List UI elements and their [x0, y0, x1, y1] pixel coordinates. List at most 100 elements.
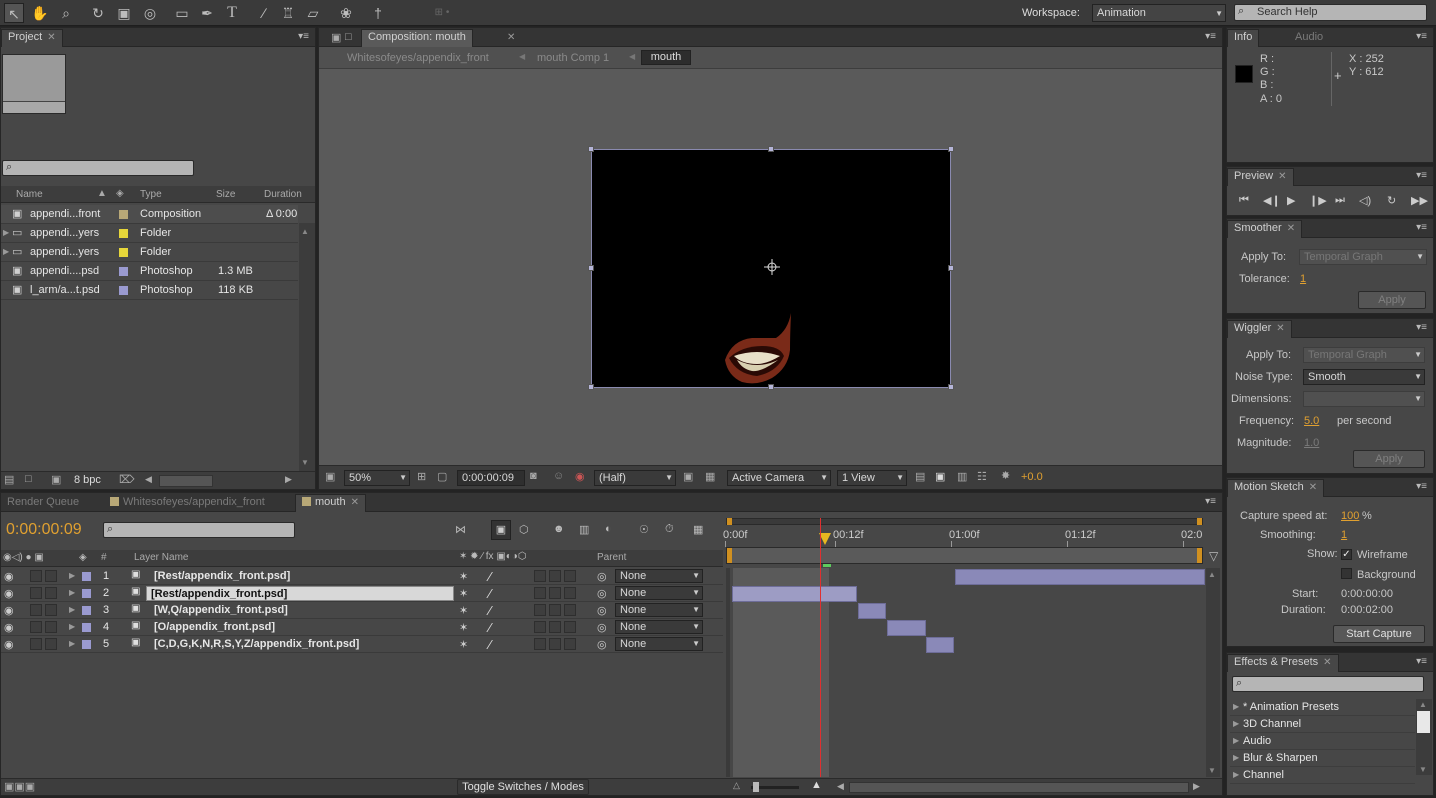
breadcrumb-item[interactable]: mouth Comp 1 — [537, 52, 609, 64]
adjustment-switch[interactable] — [534, 604, 546, 616]
3d-layer-switch[interactable] — [564, 587, 576, 599]
transparency-grid-icon[interactable]: ▦ — [705, 470, 715, 483]
label-color-swatch[interactable] — [119, 210, 128, 219]
zoom-in-icon[interactable]: ▲ — [811, 779, 822, 791]
transform-handle[interactable] — [948, 265, 954, 271]
3d-layer-switch[interactable] — [564, 604, 576, 616]
tab-wiggler[interactable]: Wiggler ✕ — [1227, 320, 1292, 338]
expand-triangle-icon[interactable]: ▶ — [3, 228, 9, 237]
shy-switch-icon[interactable]: ✶ — [459, 638, 468, 651]
expand-triangle-icon[interactable]: ▶ — [1233, 736, 1239, 745]
expand-triangle-icon[interactable]: ▶ — [69, 622, 75, 631]
expand-triangle-icon[interactable]: ▶ — [69, 588, 75, 597]
new-folder-icon[interactable]: □ — [25, 473, 32, 485]
comp-mini-flowchart-icon[interactable]: ⋈ — [455, 523, 466, 536]
lock-toggle[interactable] — [45, 570, 57, 582]
visibility-eye-icon[interactable]: ◉ — [4, 587, 14, 600]
effects-category[interactable]: ▶ * Animation Presets — [1230, 699, 1415, 716]
quality-switch-icon[interactable]: ∕ — [489, 586, 491, 601]
region-of-interest-icon[interactable]: ▢ — [437, 470, 447, 483]
pick-whip-icon[interactable]: ◎ — [597, 604, 607, 617]
visibility-eye-icon[interactable]: ◉ — [4, 621, 14, 634]
show-snapshot-icon[interactable]: ☺ — [553, 470, 564, 482]
audio-toggle[interactable] — [30, 604, 42, 616]
project-item[interactable]: ▣ appendi....psd Photoshop 1.3 MB — [1, 262, 298, 281]
label-color-swatch[interactable] — [119, 248, 128, 257]
layer-row[interactable]: ◉ ▶ 4 ▣ [O/appendix_front.psd] ✶ ∕ ◎ None ▼ — [1, 619, 723, 636]
panel-menu-icon[interactable]: ▾≡ — [1416, 170, 1427, 181]
motion-blur-switch[interactable] — [549, 570, 561, 582]
quality-switch-icon[interactable]: ∕ — [489, 603, 491, 618]
previous-frame-icon[interactable]: ◀❙ — [1263, 194, 1281, 207]
lock-toggle[interactable] — [45, 587, 57, 599]
project-item[interactable]: ▣ appendi...front Composition Δ 0:00 — [1, 205, 298, 224]
effects-scrollbar[interactable]: ▲ ▼ — [1416, 699, 1432, 775]
visibility-eye-icon[interactable]: ◉ — [4, 604, 14, 617]
3d-layer-switch[interactable] — [564, 570, 576, 582]
panel-menu-icon[interactable]: ▾≡ — [1416, 322, 1427, 333]
exposure-icon[interactable]: ✸ — [1001, 469, 1010, 482]
pick-whip-icon[interactable]: ◎ — [597, 570, 607, 583]
tab-mouth[interactable]: mouth ✕ — [295, 494, 366, 512]
lock-icon[interactable]: ▣ — [331, 31, 341, 44]
expand-triangle-icon[interactable]: ▶ — [1233, 753, 1239, 762]
breadcrumb-item[interactable]: Whitesofeyes/appendix_front — [347, 52, 489, 64]
safe-margins-icon[interactable]: ⊞ — [417, 470, 426, 483]
type-tool-icon[interactable]: T — [222, 3, 242, 23]
zoom-slider[interactable] — [751, 782, 799, 792]
snapshot-camera-icon[interactable]: ◙ — [530, 470, 537, 482]
expand-triangle-icon[interactable]: ▶ — [3, 247, 9, 256]
parent-dropdown[interactable]: None ▼ — [615, 586, 703, 600]
panel-menu-icon[interactable]: ▾≡ — [298, 31, 309, 42]
live-update-icon[interactable]: ▣ — [491, 520, 511, 540]
next-frame-icon[interactable]: ❙▶ — [1309, 194, 1327, 207]
loop-icon[interactable]: ↻ — [1387, 194, 1396, 207]
zoom-dropdown[interactable]: 50% ▼ — [344, 470, 410, 486]
adjustment-switch[interactable] — [534, 621, 546, 633]
dimensions-dropdown[interactable]: ▼ — [1303, 391, 1425, 407]
tab-preview[interactable]: Preview ✕ — [1227, 168, 1294, 186]
col-name[interactable]: Name — [16, 189, 43, 200]
col-layer-name[interactable]: Layer Name — [134, 552, 188, 563]
visibility-eye-icon[interactable]: ◉ — [4, 638, 14, 651]
expand-triangle-icon[interactable]: ▶ — [1233, 719, 1239, 728]
auto-keyframe-icon[interactable]: ⏱ — [665, 523, 674, 536]
label-color-swatch[interactable] — [119, 286, 128, 295]
label-color-swatch[interactable] — [82, 623, 91, 632]
comp-timecode[interactable]: 0:00:00:09 — [457, 470, 525, 486]
tab-composition-mouth[interactable]: Composition: mouth — [361, 29, 473, 47]
exposure-value[interactable]: +0.0 — [1021, 471, 1043, 483]
effects-category[interactable]: ▶ Channel — [1230, 767, 1415, 784]
pixel-aspect-icon[interactable]: ▤ — [915, 470, 925, 483]
transform-handle[interactable] — [768, 384, 774, 390]
adjustment-switch[interactable] — [534, 638, 546, 650]
selection-tool-icon[interactable]: ↖ — [4, 3, 24, 23]
label-color-swatch[interactable] — [82, 606, 91, 615]
visibility-eye-icon[interactable]: ◉ — [4, 570, 14, 583]
motion-blur-icon[interactable]: ◐ — [605, 523, 612, 535]
tab-render-queue[interactable]: Render Queue — [1, 495, 85, 511]
parent-dropdown[interactable]: None ▼ — [615, 603, 703, 617]
shy-switch-icon[interactable]: ✶ — [459, 570, 468, 583]
wiggler-apply-to-dropdown[interactable]: Temporal Graph ▼ — [1303, 347, 1425, 363]
view-layout-dropdown[interactable]: 1 View ▼ — [837, 470, 907, 486]
camera-orbit-icon[interactable]: ▣ — [114, 3, 134, 23]
roto-brush-icon[interactable]: ❀ — [336, 3, 356, 23]
hide-shy-icon[interactable]: ☻ — [553, 523, 565, 535]
project-item[interactable]: ▣ l_arm/a...t.psd Photoshop 118 KB — [1, 281, 298, 300]
3d-layer-switch[interactable] — [564, 621, 576, 633]
wireframe-checkbox[interactable]: ✓ — [1341, 549, 1352, 560]
pick-whip-icon[interactable]: ◎ — [597, 638, 607, 651]
tab-smoother[interactable]: Smoother ✕ — [1227, 220, 1303, 238]
effects-category[interactable]: ▶ 3D Channel — [1230, 716, 1415, 733]
timeline-icon[interactable]: ▥ — [957, 470, 967, 483]
col-size[interactable]: Size — [216, 189, 235, 200]
expand-triangle-icon[interactable]: ▶ — [69, 605, 75, 614]
layer-5-bar[interactable] — [926, 637, 954, 653]
quality-switch-icon[interactable]: ∕ — [489, 569, 491, 584]
adjustment-switch[interactable] — [534, 587, 546, 599]
label-color-swatch[interactable] — [119, 229, 128, 238]
tab-motion-sketch[interactable]: Motion Sketch ✕ — [1227, 479, 1325, 497]
tolerance-value[interactable]: 1 — [1300, 273, 1306, 285]
audio-toggle[interactable] — [30, 587, 42, 599]
